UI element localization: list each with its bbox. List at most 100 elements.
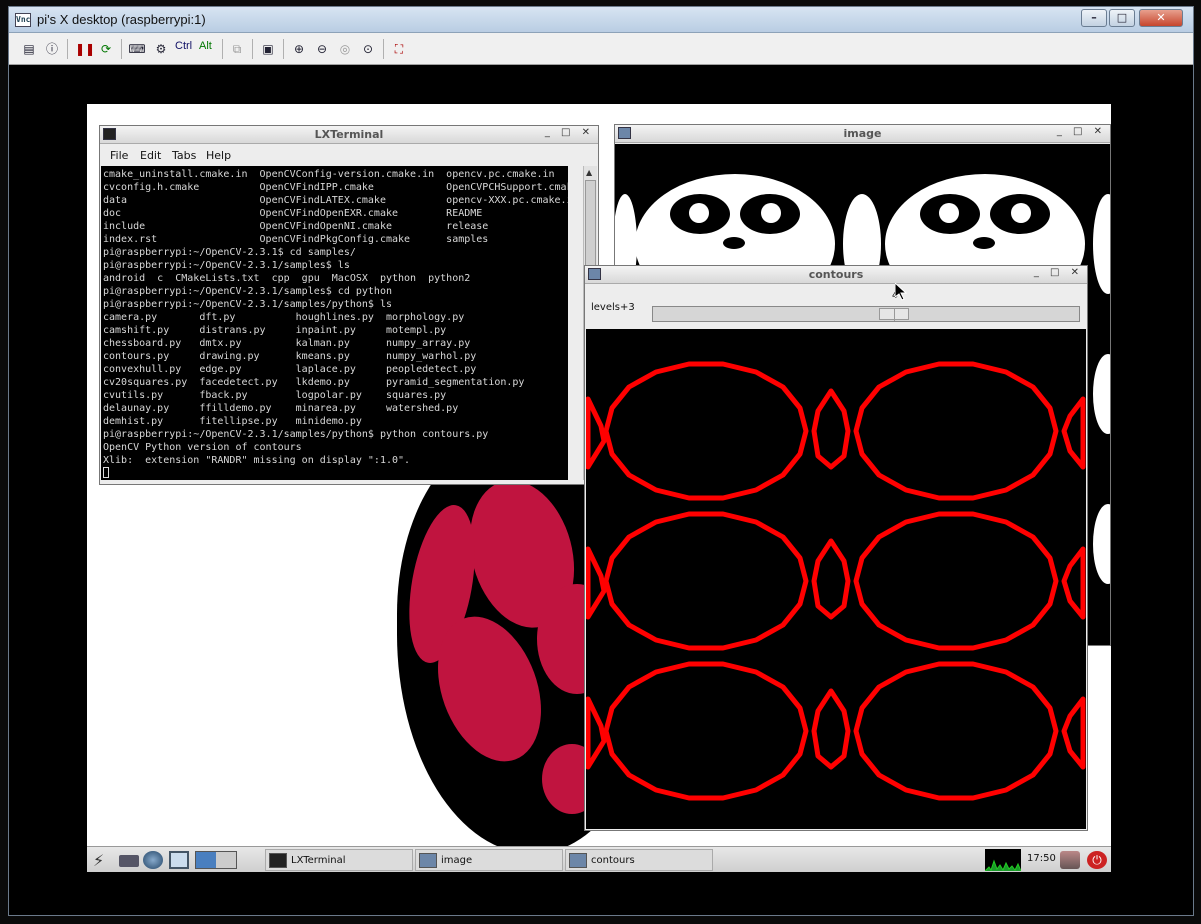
terminal-title: LXTerminal <box>314 128 384 141</box>
terminal-line: cvutils.py fback.py logpolar.py squares.… <box>103 390 447 401</box>
terminal-line: contours.py drawing.py kmeans.py numpy_w… <box>103 351 477 362</box>
pause-icon[interactable]: ❚❚ <box>75 40 95 58</box>
contour-ellipse <box>603 361 809 501</box>
ctrl-key-button[interactable]: Ctrl <box>175 40 192 58</box>
refresh-icon[interactable]: ⟳ <box>97 40 115 58</box>
contours-title-bar[interactable]: contours _ □ ✕ <box>585 266 1087 284</box>
terminal-line: chessboard.py dmtx.py kalman.py numpy_ar… <box>103 338 471 349</box>
terminal-line: android c CMakeLists.txt cpp gpu MacOSX … <box>103 273 471 284</box>
zoom-in-icon[interactable]: ⊕ <box>290 40 308 58</box>
copy-icon[interactable]: ⧉ <box>228 40 246 58</box>
terminal-line: camera.py dft.py houghlines.py morpholog… <box>103 312 465 323</box>
vnc-toolbar: ▤ ⓘ ❚❚ ⟳ ⌨ ⚙ Ctrl Alt ⧉ ▣ ⊕ ⊖ ◎ ⊙ ⛶ <box>9 33 1193 65</box>
terminal-line: OpenCV Python version of contours <box>103 442 302 453</box>
contour-edge <box>1061 546 1086 620</box>
contour-ellipse <box>853 661 1059 801</box>
trackbar-label: levels+3 <box>591 302 635 313</box>
alt-key-button[interactable]: Alt <box>199 40 212 58</box>
save-icon[interactable]: ▣ <box>259 40 277 58</box>
task-contours[interactable]: contours <box>565 849 713 871</box>
terminal-line: Xlib: extension "RANDR" missing on displ… <box>103 455 411 466</box>
info-icon[interactable]: ⓘ <box>43 40 61 58</box>
terminal-line: camshift.py distrans.py inpaint.py motem… <box>103 325 447 336</box>
cpu-monitor-icon <box>985 849 1021 871</box>
power-icon[interactable]: ⏻ <box>1087 851 1107 869</box>
image-window-buttons[interactable]: _ □ ✕ <box>1057 126 1106 137</box>
contour-ellipse <box>603 661 809 801</box>
ctrl-alt-del-icon[interactable]: ⌨ <box>128 40 146 58</box>
lxterminal-window: LXTerminal _ □ ✕ File Edit Tabs Help cma… <box>99 125 599 485</box>
terminal-line: cv20squares.py facedetect.py lkdemo.py p… <box>103 377 525 388</box>
terminal-line: demhist.py fitellipse.py minidemo.py <box>103 416 362 427</box>
scroll-up-icon[interactable]: ▲ <box>586 168 592 177</box>
terminal-line: cmake_uninstall.cmake.in OpenCVConfig-ve… <box>103 169 555 180</box>
terminal-line: pi@raspberrypi:~/OpenCV-2.3.1/samples/py… <box>103 299 392 310</box>
terminal-line: data OpenCVFindLATEX.cmake opencv-XXX.pc… <box>103 195 568 206</box>
terminal-menubar: File Edit Tabs Help <box>100 145 598 165</box>
zoom-fit-icon[interactable]: ⊙ <box>359 40 377 58</box>
image-title-bar[interactable]: image _ □ ✕ <box>615 125 1110 143</box>
contour-link <box>811 538 851 620</box>
menu-help[interactable]: Help <box>206 149 231 162</box>
trackbar-track[interactable] <box>652 306 1080 322</box>
contour-edge <box>586 546 607 620</box>
levels-trackbar: levels+3 4 <box>585 285 1087 329</box>
task-label: LXTerminal <box>291 855 346 866</box>
contours-window-buttons[interactable]: _ □ ✕ <box>1034 267 1083 278</box>
zoom-out-icon[interactable]: ⊖ <box>313 40 331 58</box>
maximize-button[interactable]: □ <box>1109 9 1135 27</box>
close-button[interactable]: ✕ <box>1139 9 1183 27</box>
contour-ellipse <box>603 511 809 651</box>
terminal-window-buttons[interactable]: _ □ ✕ <box>545 127 594 138</box>
contour-link <box>811 388 851 470</box>
terminal-line: pi@raspberrypi:~/OpenCV-2.3.1/samples$ l… <box>103 260 350 271</box>
taskbar: ⚡ LXTerminal image contours 17:50 ⏻ <box>87 846 1111 872</box>
terminal-line: cvconfig.h.cmake OpenCVFindIPP.cmake Ope… <box>103 182 568 193</box>
task-label: contours <box>591 855 635 866</box>
file-manager-icon[interactable] <box>119 855 139 867</box>
fullscreen-icon[interactable]: ⛶ <box>390 40 408 58</box>
vnc-window-title: pi's X desktop (raspberrypi:1) <box>37 12 206 27</box>
task-image[interactable]: image <box>415 849 563 871</box>
menu-icon[interactable]: ⚡ <box>93 851 113 870</box>
options-icon[interactable]: ▤ <box>20 40 38 58</box>
minimize-all-icon[interactable] <box>169 851 189 869</box>
terminal-cursor <box>103 467 109 478</box>
vnc-title-bar[interactable]: Vnc pi's X desktop (raspberrypi:1) – □ ✕ <box>9 7 1193 33</box>
zoom-100-icon[interactable]: ◎ <box>336 40 354 58</box>
browser-icon[interactable] <box>143 851 163 869</box>
send-keys-icon[interactable]: ⚙ <box>152 40 170 58</box>
menu-tabs[interactable]: Tabs <box>172 149 196 162</box>
desktop-pager-icon[interactable] <box>195 851 237 869</box>
image-window-title: image <box>843 127 882 140</box>
clock[interactable]: 17:50 <box>1027 853 1056 864</box>
contour-ellipse <box>853 511 1059 651</box>
lock-screen-icon[interactable] <box>1060 851 1080 869</box>
terminal-line: pi@raspberrypi:~/OpenCV-2.3.1$ cd sample… <box>103 247 356 258</box>
contour-edge <box>1061 396 1086 470</box>
task-lxterminal[interactable]: LXTerminal <box>265 849 413 871</box>
contour-link <box>811 688 851 770</box>
terminal-line: include OpenCVFindOpenNI.cmake release <box>103 221 489 232</box>
terminal-output[interactable]: cmake_uninstall.cmake.in OpenCVConfig-ve… <box>101 166 568 480</box>
contour-edge <box>1061 696 1086 770</box>
vnc-icon: Vnc <box>15 13 31 27</box>
contours-window: contours _ □ ✕ levels+3 4 <box>584 265 1088 831</box>
terminal-line: doc OpenCVFindOpenEXR.cmake README <box>103 208 483 219</box>
contours-canvas <box>586 329 1086 829</box>
task-label: image <box>441 855 473 866</box>
menu-edit[interactable]: Edit <box>140 149 161 162</box>
terminal-title-bar[interactable]: LXTerminal _ □ ✕ <box>100 126 598 144</box>
mouse-cursor-icon <box>895 283 907 301</box>
terminal-line: index.rst OpenCVFindPkgConfig.cmake samp… <box>103 234 489 245</box>
contours-window-title: contours <box>808 268 864 281</box>
window-icon <box>419 853 437 868</box>
minimize-button[interactable]: – <box>1081 9 1107 27</box>
contour-edge <box>586 696 607 770</box>
terminal-line: pi@raspberrypi:~/OpenCV-2.3.1/samples/py… <box>103 429 489 440</box>
terminal-icon <box>269 853 287 868</box>
terminal-line: convexhull.py edge.py laplace.py peopled… <box>103 364 477 375</box>
terminal-line: pi@raspberrypi:~/OpenCV-2.3.1/samples$ c… <box>103 286 392 297</box>
menu-file[interactable]: File <box>110 149 128 162</box>
trackbar-thumb[interactable] <box>879 308 909 321</box>
